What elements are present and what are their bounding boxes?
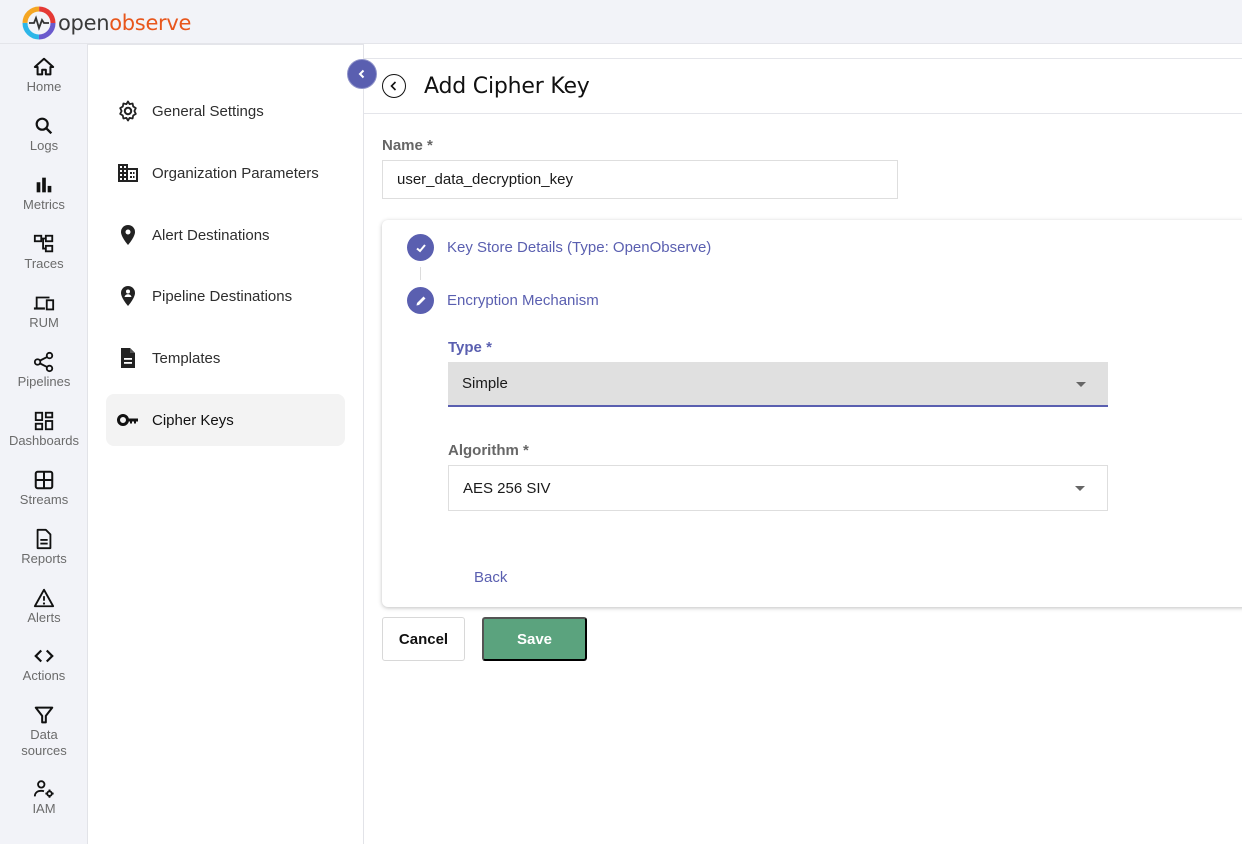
nav-item-iam[interactable]: IAM	[0, 778, 88, 817]
top-header: openobserve	[0, 0, 1242, 44]
settings-label-pipeline-destinations: Pipeline Destinations	[152, 287, 293, 305]
dropdown-arrow-icon	[1076, 381, 1086, 387]
settings-label-general: General Settings	[152, 102, 264, 120]
type-select[interactable]: Simple	[448, 362, 1108, 407]
account-tree-icon	[33, 234, 54, 253]
building-icon	[118, 164, 138, 182]
page-header: Add Cipher Key	[364, 59, 1242, 114]
nav-label-dashboards: Dashboards	[8, 433, 80, 448]
nav-label-pipelines: Pipelines	[17, 374, 71, 389]
nav-label-home: Home	[26, 79, 62, 94]
devices-icon	[33, 296, 55, 311]
cancel-button[interactable]: Cancel	[382, 617, 465, 661]
type-label: Type *	[448, 339, 492, 356]
step-encryption-mechanism[interactable]: Encryption Mechanism	[407, 287, 599, 314]
settings-label-cipher-keys: Cipher Keys	[152, 411, 234, 429]
nav-label-streams: Streams	[19, 492, 69, 507]
chevron-left-icon	[358, 69, 365, 79]
chevron-left-icon	[390, 81, 397, 91]
settings-label-templates: Templates	[152, 349, 221, 367]
nav-item-alerts[interactable]: Alerts	[0, 587, 88, 626]
step-back-button[interactable]: Back	[474, 569, 507, 586]
settings-label-alert-destinations: Alert Destinations	[152, 226, 270, 244]
step-connector	[420, 267, 421, 280]
nav-item-pipelines[interactable]: Pipelines	[0, 351, 88, 390]
search-icon	[35, 117, 53, 135]
bar-chart-icon	[36, 177, 52, 193]
filter-icon	[34, 706, 54, 724]
step-done-indicator	[407, 234, 434, 261]
main-content: Add Cipher Key Name * Key Store Details …	[364, 58, 1242, 844]
document-icon	[36, 528, 52, 550]
edit-icon	[416, 296, 425, 305]
algorithm-label: Algorithm *	[448, 442, 529, 459]
name-label: Name *	[382, 137, 433, 154]
gear-icon	[119, 100, 137, 122]
dashboard-icon	[34, 411, 54, 431]
settings-item-cipher-keys[interactable]: Cipher Keys	[106, 394, 345, 446]
algorithm-select-value: AES 256 SIV	[463, 479, 551, 497]
grid-icon	[34, 470, 54, 490]
nav-item-data-sources[interactable]: Data sources	[0, 704, 88, 759]
type-select-value: Simple	[462, 375, 508, 392]
page-title: Add Cipher Key	[424, 73, 590, 99]
home-icon	[33, 57, 55, 76]
nav-item-logs[interactable]: Logs	[0, 115, 88, 154]
nav-item-actions[interactable]: Actions	[0, 645, 88, 684]
name-input[interactable]	[382, 160, 898, 199]
logo-text: openobserve	[58, 11, 191, 35]
check-icon	[415, 243, 426, 252]
nav-label-logs: Logs	[29, 138, 59, 153]
nav-item-traces[interactable]: Traces	[0, 233, 88, 272]
nav-label-traces: Traces	[24, 256, 64, 271]
settings-menu: General Settings Organization Parameters…	[88, 44, 364, 844]
settings-item-general[interactable]: General Settings	[106, 85, 345, 137]
nav-label-iam: IAM	[32, 801, 56, 816]
nav-item-metrics[interactable]: Metrics	[0, 174, 88, 213]
share-icon	[33, 351, 54, 373]
nav-label-rum: RUM	[29, 315, 59, 330]
nav-item-rum[interactable]: RUM	[0, 292, 88, 331]
manage-accounts-icon	[33, 780, 54, 798]
location-pin-icon	[121, 225, 135, 245]
step-title-key-store: Key Store Details (Type: OpenObserve)	[447, 239, 712, 256]
warning-icon	[33, 588, 55, 608]
step-title-encryption: Encryption Mechanism	[447, 292, 599, 309]
nav-label-metrics: Metrics	[23, 197, 65, 212]
save-button[interactable]: Save	[482, 617, 587, 661]
collapse-settings-button[interactable]	[347, 59, 377, 89]
algorithm-select[interactable]: AES 256 SIV	[448, 465, 1108, 511]
main-nav: Home Logs Metrics Traces RUM Pipelines D…	[0, 44, 88, 844]
nav-item-streams[interactable]: Streams	[0, 469, 88, 508]
key-icon	[117, 414, 138, 426]
settings-label-organization: Organization Parameters	[152, 164, 319, 182]
nav-label-data: Data	[30, 727, 58, 742]
settings-item-organization[interactable]: Organization Parameters	[106, 147, 345, 199]
dropdown-arrow-icon	[1075, 486, 1085, 491]
description-icon	[121, 348, 135, 368]
step-active-indicator	[407, 287, 434, 314]
cipher-key-stepper: Key Store Details (Type: OpenObserve) En…	[382, 220, 1242, 607]
logo-mark-icon	[22, 6, 56, 40]
nav-item-home[interactable]: Home	[0, 56, 88, 95]
nav-item-reports[interactable]: Reports	[0, 528, 88, 567]
nav-item-dashboards[interactable]: Dashboards	[0, 410, 88, 449]
settings-item-pipeline-destinations[interactable]: Pipeline Destinations	[106, 270, 345, 322]
nav-label-reports: Reports	[21, 551, 67, 566]
nav-label-actions: Actions	[22, 668, 66, 683]
code-icon	[34, 649, 54, 663]
logo-text-observe: observe	[109, 11, 192, 35]
settings-item-alert-destinations[interactable]: Alert Destinations	[106, 209, 345, 261]
nav-label-alerts: Alerts	[27, 610, 61, 625]
openobserve-logo[interactable]: openobserve	[22, 6, 191, 40]
step-key-store-details[interactable]: Key Store Details (Type: OpenObserve)	[407, 234, 711, 261]
person-pin-icon	[121, 286, 135, 306]
logo-text-open: open	[58, 11, 110, 35]
settings-item-templates[interactable]: Templates	[106, 332, 345, 384]
back-button[interactable]	[382, 74, 406, 98]
nav-label-sources: sources	[21, 743, 67, 758]
